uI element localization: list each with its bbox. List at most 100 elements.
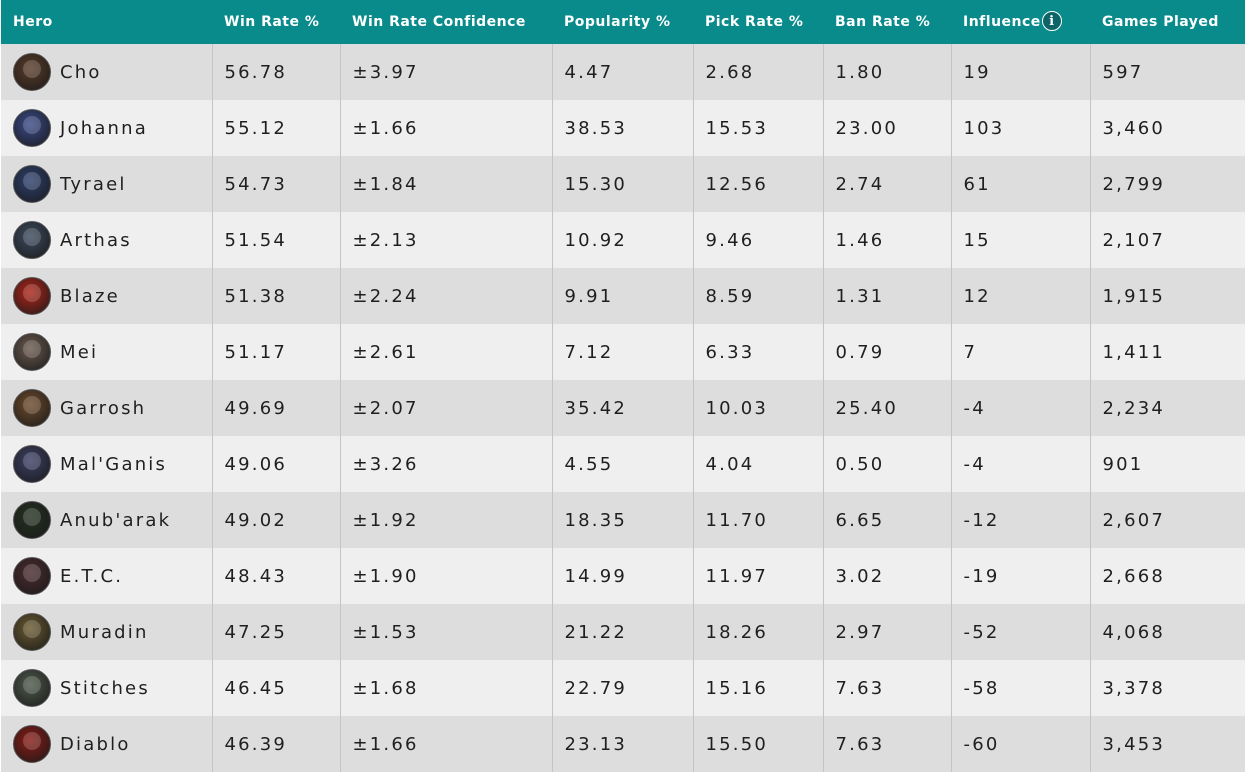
influence-cell: -4 [951, 380, 1091, 436]
win-rate-confidence-cell: ±1.90 [340, 548, 553, 604]
column-label: Games Played [1102, 14, 1219, 30]
table-row[interactable]: Arthas 51.54 ±2.13 10.92 9.46 1.46 15 2,107 [1, 212, 1245, 268]
table-row[interactable]: Tyrael 54.73 ±1.84 15.30 12.56 2.74 61 2,799 [1, 156, 1245, 212]
games-played-cell: 2,107 [1090, 212, 1245, 268]
table-row[interactable]: Stitches 46.45 ±1.68 22.79 15.16 7.63 -58 3,378 [1, 660, 1245, 716]
hero-portrait-icon [13, 109, 51, 147]
influence-cell: 12 [951, 268, 1091, 324]
hero-cell-content: Diablo [13, 716, 212, 772]
hero-cell-content: Garrosh [13, 380, 212, 436]
hero-cell[interactable]: E.T.C. [1, 548, 213, 604]
hero-cell[interactable]: Anub'arak [1, 492, 213, 548]
table-row[interactable]: Diablo 46.39 ±1.66 23.13 15.50 7.63 -60 3,453 [1, 716, 1245, 772]
win-rate-confidence-cell: ±1.66 [340, 716, 553, 772]
hero-cell[interactable]: Arthas [1, 212, 213, 268]
hero-cell-content: Anub'arak [13, 492, 212, 548]
ban-rate-cell: 25.40 [823, 380, 952, 436]
hero-name: Anub'arak [60, 509, 172, 531]
table-row[interactable]: Blaze 51.38 ±2.24 9.91 8.59 1.31 12 1,915 [1, 268, 1245, 324]
influence-cell: 103 [951, 100, 1091, 156]
ban-rate-cell: 0.79 [823, 324, 952, 380]
column-header-pick-rate[interactable]: Pick Rate % [693, 0, 823, 44]
ban-rate-cell: 2.97 [823, 604, 952, 660]
hero-portrait-icon [13, 333, 51, 371]
column-label: Pick Rate % [705, 14, 804, 30]
info-icon[interactable]: i [1041, 11, 1062, 31]
influence-cell: -58 [951, 660, 1091, 716]
hero-cell-content: Johanna [13, 100, 212, 156]
win-rate-cell: 49.06 [212, 436, 341, 492]
games-played-cell: 3,460 [1090, 100, 1245, 156]
table-row[interactable]: Garrosh 49.69 ±2.07 35.42 10.03 25.40 -4 2,234 [1, 380, 1245, 436]
hero-cell[interactable]: Garrosh [1, 380, 213, 436]
popularity-cell: 23.13 [552, 716, 694, 772]
hero-cell-content: Mal'Ganis [13, 436, 212, 492]
hero-cell-content: Stitches [13, 660, 212, 716]
win-rate-cell: 47.25 [212, 604, 341, 660]
popularity-cell: 7.12 [552, 324, 694, 380]
win-rate-confidence-cell: ±2.07 [340, 380, 553, 436]
table-row[interactable]: Muradin 47.25 ±1.53 21.22 18.26 2.97 -52 4,068 [1, 604, 1245, 660]
ban-rate-cell: 7.63 [823, 716, 952, 772]
hero-cell[interactable]: Mei [1, 324, 213, 380]
table-row[interactable]: Cho 56.78 ±3.97 4.47 2.68 1.80 19 597 [1, 44, 1245, 100]
hero-name: Johanna [60, 117, 149, 139]
pick-rate-cell: 15.50 [693, 716, 824, 772]
popularity-cell: 4.55 [552, 436, 694, 492]
games-played-cell: 597 [1090, 44, 1245, 100]
pick-rate-cell: 8.59 [693, 268, 824, 324]
hero-cell[interactable]: Cho [1, 44, 213, 100]
column-header-win-rate[interactable]: Win Rate % [212, 0, 340, 44]
column-header-games-played[interactable]: Games Played [1090, 0, 1245, 44]
hero-cell-content: Blaze [13, 268, 212, 324]
hero-portrait-icon [13, 221, 51, 259]
table-row[interactable]: Anub'arak 49.02 ±1.92 18.35 11.70 6.65 -12 2,60… [1, 492, 1245, 548]
win-rate-cell: 49.69 [212, 380, 341, 436]
hero-name: Arthas [60, 229, 132, 251]
hero-cell[interactable]: Tyrael [1, 156, 213, 212]
pick-rate-cell: 15.53 [693, 100, 824, 156]
table-row[interactable]: Johanna 55.12 ±1.66 38.53 15.53 23.00 103 3,460 [1, 100, 1245, 156]
win-rate-confidence-cell: ±2.24 [340, 268, 553, 324]
column-header-popularity[interactable]: Popularity % [552, 0, 693, 44]
games-played-cell: 2,799 [1090, 156, 1245, 212]
ban-rate-cell: 3.02 [823, 548, 952, 604]
pick-rate-cell: 18.26 [693, 604, 824, 660]
table-header: Hero Win Rate % Win Rate Confidence Popu… [1, 0, 1245, 44]
influence-cell: -19 [951, 548, 1091, 604]
influence-cell: 15 [951, 212, 1091, 268]
hero-name: Mei [60, 341, 99, 363]
win-rate-confidence-cell: ±1.68 [340, 660, 553, 716]
hero-cell[interactable]: Stitches [1, 660, 213, 716]
column-label: Ban Rate % [835, 14, 931, 30]
hero-name: Stitches [60, 677, 150, 699]
column-header-ban-rate[interactable]: Ban Rate % [823, 0, 951, 44]
popularity-cell: 10.92 [552, 212, 694, 268]
column-header-influence[interactable]: Influence i [951, 0, 1090, 44]
hero-portrait-icon [13, 165, 51, 203]
pick-rate-cell: 9.46 [693, 212, 824, 268]
column-header-win-rate-confidence[interactable]: Win Rate Confidence [340, 0, 552, 44]
column-label: Win Rate Confidence [352, 14, 526, 30]
games-played-cell: 4,068 [1090, 604, 1245, 660]
influence-cell: -4 [951, 436, 1091, 492]
hero-cell[interactable]: Blaze [1, 268, 213, 324]
column-header-hero[interactable]: Hero [1, 0, 212, 44]
hero-cell[interactable]: Diablo [1, 716, 213, 772]
popularity-cell: 22.79 [552, 660, 694, 716]
table-row[interactable]: E.T.C. 48.43 ±1.90 14.99 11.97 3.02 -19 2,668 [1, 548, 1245, 604]
hero-cell[interactable]: Johanna [1, 100, 213, 156]
influence-cell: 7 [951, 324, 1091, 380]
games-played-cell: 2,607 [1090, 492, 1245, 548]
hero-name: Cho [60, 61, 102, 83]
hero-cell[interactable]: Mal'Ganis [1, 436, 213, 492]
hero-cell-content: E.T.C. [13, 548, 212, 604]
table-row[interactable]: Mal'Ganis 49.06 ±3.26 4.55 4.04 0.50 -4 901 [1, 436, 1245, 492]
hero-cell[interactable]: Muradin [1, 604, 213, 660]
column-label: Hero [13, 14, 53, 30]
pick-rate-cell: 15.16 [693, 660, 824, 716]
influence-cell: 19 [951, 44, 1091, 100]
hero-name: Diablo [60, 733, 131, 755]
hero-portrait-icon [13, 613, 51, 651]
table-row[interactable]: Mei 51.17 ±2.61 7.12 6.33 0.79 7 1,411 [1, 324, 1245, 380]
